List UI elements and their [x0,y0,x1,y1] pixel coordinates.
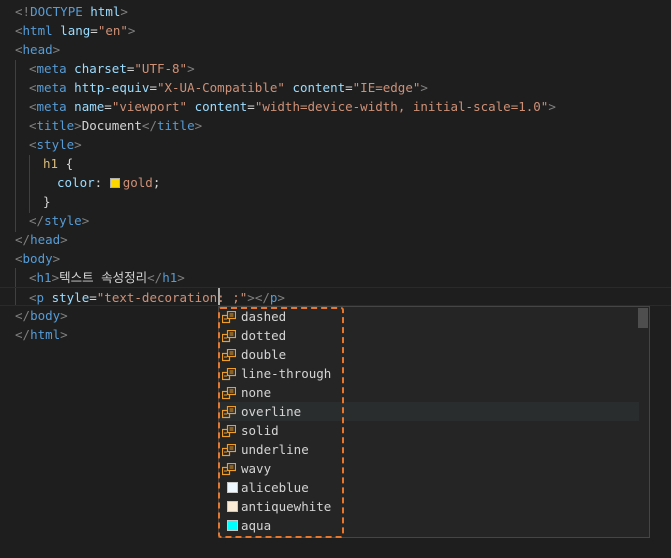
enum-value-icon [221,443,237,457]
code-line-2: <html lang="en"> [15,23,136,38]
suggest-item-solid[interactable]: solid [219,421,639,440]
suggest-scrollbar[interactable] [638,308,648,328]
suggest-item-label: solid [241,423,279,438]
suggest-item-none[interactable]: none [219,383,639,402]
autocomplete-suggest-widget[interactable]: dashed dotted double line-through none overli… [218,306,650,538]
code-line-9: h1 { [43,156,74,171]
color-swatch-icon [227,501,238,512]
code-line-15: <h1>텍스트 속성정리</h1> [29,270,185,285]
suggest-item-antiquewhite[interactable]: antiquewhite [219,497,639,516]
code-line-6: <meta name="viewport" content="width=dev… [29,99,556,114]
suggest-item-label: overline [241,404,302,419]
suggest-item-underline[interactable]: underline [219,440,639,459]
enum-value-icon [221,462,237,476]
code-line-4: <meta charset="UTF-8"> [29,61,195,76]
suggest-item-label: underline [241,442,309,457]
color-swatch-icon [227,482,238,493]
enum-value-icon [221,310,237,324]
suggest-item-label: aqua [241,518,272,533]
suggest-item-label: aliceblue [241,480,309,495]
enum-value-icon [221,329,237,343]
code-line-3: <head> [15,42,61,57]
suggest-item-overline[interactable]: overline [219,402,639,421]
enum-value-icon [221,424,237,438]
code-line-11: } [43,194,51,209]
enum-value-icon [221,386,237,400]
suggest-item-label: none [241,385,272,400]
suggest-item-label: dotted [241,328,287,343]
code-line-7: <title>Document</title> [29,118,203,133]
suggest-item-label: line-through [241,366,332,381]
suggest-item-aqua[interactable]: aqua [219,516,639,535]
suggest-item-wavy[interactable]: wavy [219,459,639,478]
code-line-13: </head> [15,232,68,247]
enum-value-icon [221,367,237,381]
code-line-12: </style> [29,213,90,228]
suggest-item-dotted[interactable]: dotted [219,326,639,345]
code-line-10: color: gold; [57,175,161,190]
suggest-item-label: antiquewhite [241,499,332,514]
text-cursor [218,288,220,305]
suggest-item-label: double [241,347,287,362]
code-line-5: <meta http-equiv="X-UA-Compatible" conte… [29,80,428,95]
color-swatch-icon [227,520,238,531]
suggest-item-line-through[interactable]: line-through [219,364,639,383]
code-line-16: <p style="text-decoration: ;"></p> [0,287,671,306]
color-swatch-icon[interactable] [109,178,120,188]
enum-value-icon [221,405,237,419]
enum-value-icon [221,348,237,362]
indent-guide [29,155,30,213]
suggest-item-dashed[interactable]: dashed [219,307,639,326]
code-line-14: <body> [15,251,61,266]
suggest-item-double[interactable]: double [219,345,639,364]
suggest-item-label: wavy [241,461,272,476]
code-line-8: <style> [29,137,82,152]
suggest-item-label: dashed [241,309,287,324]
suggest-item-aliceblue[interactable]: aliceblue [219,478,639,497]
indent-guide [15,60,16,232]
code-line-1: <!DOCTYPE html> [15,4,128,19]
